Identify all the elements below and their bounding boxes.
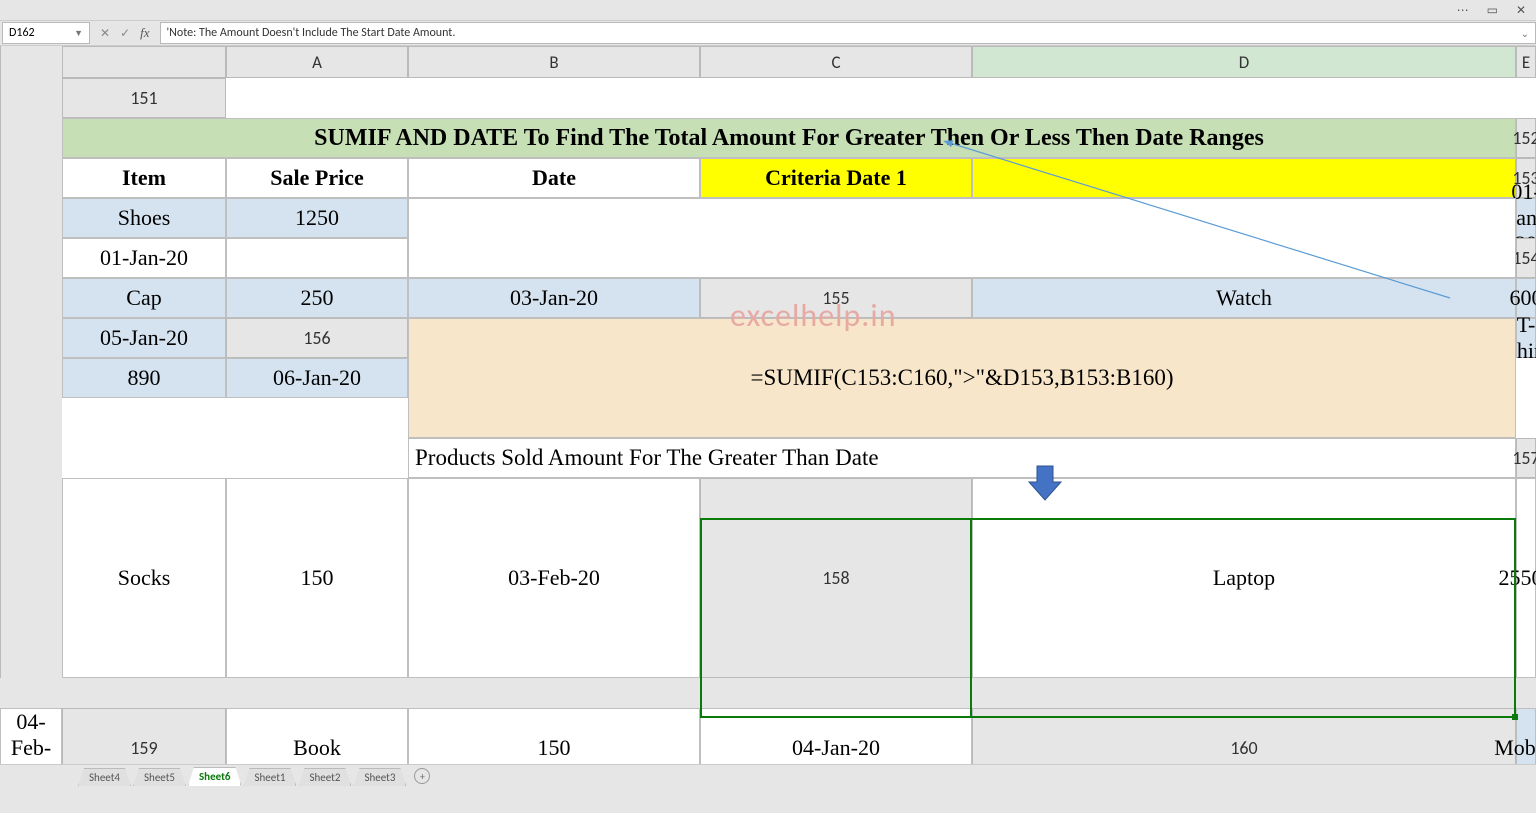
col-header-A[interactable]: A (226, 46, 408, 78)
spreadsheet-grid[interactable]: ABCDE 151SUMIF AND DATE To Find The Total… (0, 46, 1536, 786)
sheet-tab-sheet1[interactable]: Sheet1 (243, 768, 296, 786)
cell-price-153[interactable]: 1250 (226, 198, 408, 238)
cell-date-157[interactable]: 03-Feb-20 (408, 478, 700, 678)
cell-formula-display: =SUMIF(C153:C160,">"&D153,B153:B160) (408, 318, 1516, 438)
sheet-area: ABCDE 151SUMIF AND DATE To Find The Total… (0, 46, 1536, 786)
header-date: Date (408, 158, 700, 198)
select-all-corner[interactable] (62, 46, 226, 78)
header-item: Item (62, 158, 226, 198)
cancel-icon[interactable]: ✕ (100, 26, 110, 41)
cell-date-155[interactable]: 05-Jan-20 (62, 318, 226, 358)
edge (0, 438, 62, 478)
cell-item-156[interactable]: T-Shirt (1516, 318, 1536, 358)
name-box-value: D162 (9, 26, 35, 40)
col-header-C[interactable]: C (700, 46, 972, 78)
row-header-154[interactable]: 154 (1516, 238, 1536, 278)
window-title-bar: ⋯ ▭ ✕ (0, 0, 1536, 20)
formula-text: 'Note: The Amount Doesn't Include The St… (167, 26, 456, 40)
enter-icon[interactable]: ✓ (120, 26, 130, 41)
formula-input[interactable]: 'Note: The Amount Doesn't Include The St… (160, 22, 1536, 44)
cell-d-blank (408, 198, 1516, 278)
cell-price-156[interactable]: 890 (62, 358, 226, 398)
cell-label-greater: Products Sold Amount For The Greater Tha… (408, 438, 1516, 478)
formula-expand-icon[interactable]: ⌄ (1521, 27, 1529, 40)
name-box-dropdown-icon[interactable]: ▼ (74, 28, 83, 39)
col-header-B[interactable]: B (408, 46, 700, 78)
header-e (972, 158, 1516, 198)
row-header-151[interactable]: 151 (62, 78, 226, 118)
sheet-tabs: Sheet4Sheet5Sheet6Sheet1Sheet2Sheet3 + (0, 764, 1536, 786)
cell-price-154[interactable]: 250 (226, 278, 408, 318)
cell-date-154[interactable]: 03-Jan-20 (408, 278, 700, 318)
cell-item-154[interactable]: Cap (62, 278, 226, 318)
sheet-tab-sheet3[interactable]: Sheet3 (353, 768, 406, 786)
edge (0, 398, 62, 438)
cell-item-157[interactable]: Socks (62, 478, 226, 678)
edge (0, 358, 62, 398)
title-cell: SUMIF AND DATE To Find The Total Amount … (62, 118, 1516, 158)
header-sale-price: Sale Price (226, 158, 408, 198)
row-header-157[interactable]: 157 (1516, 438, 1536, 478)
edge (0, 238, 62, 278)
header-criteria-date: Criteria Date 1 (700, 158, 972, 198)
row-header-158[interactable]: 158 (700, 478, 972, 678)
row-header-155[interactable]: 155 (700, 278, 972, 318)
cell-date-153[interactable]: 01-Jan-20 (1516, 198, 1536, 238)
edge (0, 278, 62, 318)
name-box[interactable]: D162 ▼ (2, 22, 90, 44)
row-header-156[interactable]: 156 (226, 318, 408, 358)
cell-price-157[interactable]: 150 (226, 478, 408, 678)
row-header-152[interactable]: 152 (1516, 118, 1536, 158)
edge (0, 158, 62, 198)
cell-item-155[interactable]: Watch (972, 278, 1516, 318)
below (0, 678, 1536, 708)
cell-item-153[interactable]: Shoes (62, 198, 226, 238)
edge (0, 478, 62, 678)
formula-bar-icons: ✕ ✓ fx (90, 25, 160, 41)
sheet-tab-sheet5[interactable]: Sheet5 (133, 768, 186, 786)
sheet-tab-sheet6[interactable]: Sheet6 (188, 767, 242, 786)
formula-bar: D162 ▼ ✕ ✓ fx 'Note: The Amount Doesn't … (0, 20, 1536, 46)
cell-item-158[interactable]: Laptop (972, 478, 1516, 678)
cell-criteria-date[interactable]: 01-Jan-20 (62, 238, 226, 278)
col-header-E[interactable]: E (1516, 46, 1536, 78)
cell-date-156[interactable]: 06-Jan-20 (226, 358, 408, 398)
col-header-D[interactable]: D (972, 46, 1516, 78)
ribbon-collapse-icon[interactable]: ▭ (1487, 3, 1498, 18)
sheet-tab-sheet2[interactable]: Sheet2 (298, 768, 351, 786)
sheet-tab-sheet4[interactable]: Sheet4 (78, 768, 131, 786)
close-icon[interactable]: ✕ (1516, 3, 1526, 18)
edge (0, 78, 62, 118)
cell-e-153[interactable] (226, 238, 408, 278)
edge (0, 118, 62, 158)
fx-icon[interactable]: fx (140, 25, 149, 41)
cell-price-158[interactable]: 25500 (1516, 478, 1536, 678)
col-header-edge (0, 46, 62, 78)
ribbon-options-icon[interactable]: ⋯ (1457, 3, 1469, 18)
edge (0, 198, 62, 238)
new-sheet-button[interactable]: + (414, 768, 430, 784)
edge (0, 318, 62, 358)
